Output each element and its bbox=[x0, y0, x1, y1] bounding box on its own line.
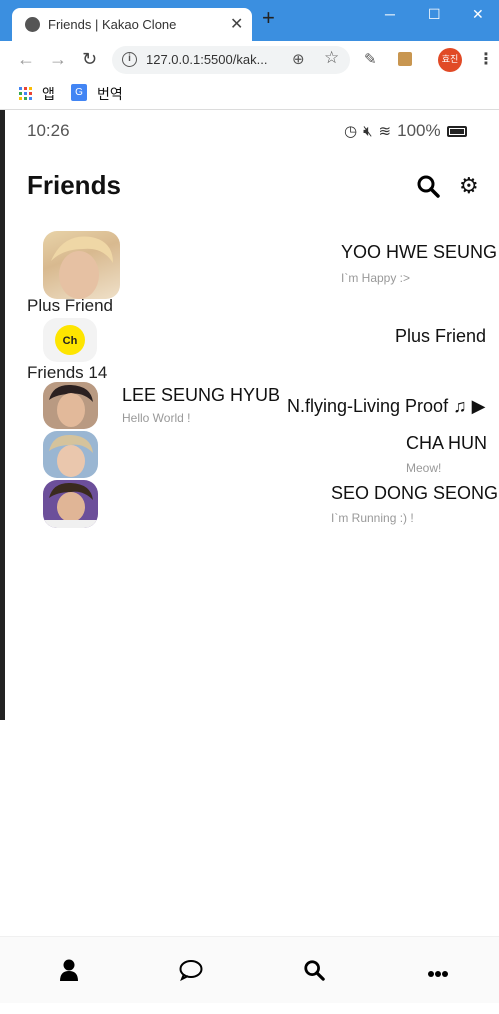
battery-percent: 100% bbox=[397, 121, 441, 140]
search-icon[interactable] bbox=[303, 959, 325, 986]
browser-menu-icon[interactable]: ⋮ bbox=[478, 49, 494, 69]
clock-icon: ◷ bbox=[344, 123, 358, 140]
plus-friend-avatar[interactable]: Ch bbox=[43, 318, 97, 362]
eyedropper-icon[interactable]: ✎ bbox=[364, 50, 377, 68]
friend-status: Meow! bbox=[406, 461, 442, 475]
status-icons: ◷ 🔇︎ ≋ 100% bbox=[344, 121, 467, 141]
my-status: I`m Happy :> bbox=[341, 271, 411, 285]
bookmarks-bar: 앱 G 번역 bbox=[0, 79, 499, 110]
address-bar: ← → ↻ i 127.0.0.1:5500/kak... ⊕ ☆ ✎ 효진 ⋮ bbox=[0, 41, 499, 79]
extension-icon[interactable] bbox=[398, 52, 412, 66]
my-name: YOO HWE SEUNG bbox=[341, 242, 498, 262]
section-title-plus-friend: Plus Friend bbox=[27, 296, 113, 315]
minimize-icon[interactable]: ─ bbox=[385, 6, 395, 22]
my-avatar[interactable] bbox=[43, 231, 120, 299]
page-title: Friends bbox=[27, 170, 121, 200]
more-dots-icon[interactable] bbox=[427, 965, 449, 983]
browser-tab-bar: Friends | Kakao Clone ✕ + ─ ☐ ✕ bbox=[0, 0, 499, 41]
gear-icon[interactable]: ⚙ bbox=[459, 174, 479, 198]
url-text: 127.0.0.1:5500/kak... bbox=[146, 52, 268, 67]
friend-status: Hello World ! bbox=[122, 411, 191, 425]
window-edge bbox=[0, 110, 5, 720]
wifi-icon: ≋ bbox=[378, 123, 392, 140]
friend-avatar[interactable] bbox=[43, 431, 98, 478]
globe-icon bbox=[25, 17, 40, 32]
friend-music[interactable]: N.flying-Living Proof ♫ ▶ bbox=[287, 396, 485, 417]
tab-title: Friends | Kakao Clone bbox=[48, 17, 177, 32]
bottom-nav bbox=[0, 936, 499, 1003]
friend-name: CHA HUN bbox=[406, 433, 488, 453]
url-field[interactable]: i 127.0.0.1:5500/kak... ⊕ ☆ bbox=[112, 46, 350, 74]
search-icon[interactable] bbox=[416, 174, 440, 203]
browser-tab[interactable]: Friends | Kakao Clone ✕ bbox=[12, 8, 252, 41]
chat-bubble-icon[interactable] bbox=[179, 959, 203, 986]
friend-avatar[interactable] bbox=[43, 382, 98, 429]
reload-icon[interactable]: ↻ bbox=[82, 49, 97, 70]
ch-icon-text: Ch bbox=[63, 335, 78, 347]
mute-icon: 🔇︎ bbox=[363, 122, 373, 140]
bookmark-apps[interactable]: 앱 bbox=[42, 84, 55, 104]
bookmark-star-icon[interactable]: ☆ bbox=[324, 48, 339, 68]
profile-avatar[interactable]: 효진 bbox=[438, 48, 462, 72]
new-tab-icon[interactable]: + bbox=[262, 7, 275, 29]
info-icon[interactable]: i bbox=[122, 52, 137, 67]
zoom-icon[interactable]: ⊕ bbox=[292, 50, 305, 68]
google-translate-icon[interactable]: G bbox=[71, 84, 87, 101]
close-tab-icon[interactable]: ✕ bbox=[230, 14, 243, 34]
friend-status: I`m Running :) ! bbox=[331, 511, 414, 525]
back-icon[interactable]: ← bbox=[17, 49, 35, 70]
status-time: 10:26 bbox=[27, 121, 70, 140]
maximize-icon[interactable]: ☐ bbox=[428, 6, 441, 23]
battery-icon bbox=[446, 125, 467, 137]
apps-grid-icon[interactable] bbox=[19, 87, 32, 100]
status-bar: 10:26 ◷ 🔇︎ ≋ 100% bbox=[0, 110, 499, 150]
friend-name: SEO DONG SEONG bbox=[331, 483, 499, 503]
friend-name: LEE SEUNG HYUB bbox=[122, 385, 281, 405]
user-icon[interactable] bbox=[59, 959, 79, 986]
bookmark-translate[interactable]: 번역 bbox=[97, 84, 123, 104]
window-close-icon[interactable]: ✕ bbox=[472, 6, 484, 23]
plus-friend-name: Plus Friend bbox=[395, 326, 487, 346]
forward-icon[interactable]: → bbox=[49, 49, 67, 70]
friend-avatar[interactable] bbox=[43, 480, 98, 528]
section-title-friends: Friends 14 bbox=[27, 363, 108, 382]
